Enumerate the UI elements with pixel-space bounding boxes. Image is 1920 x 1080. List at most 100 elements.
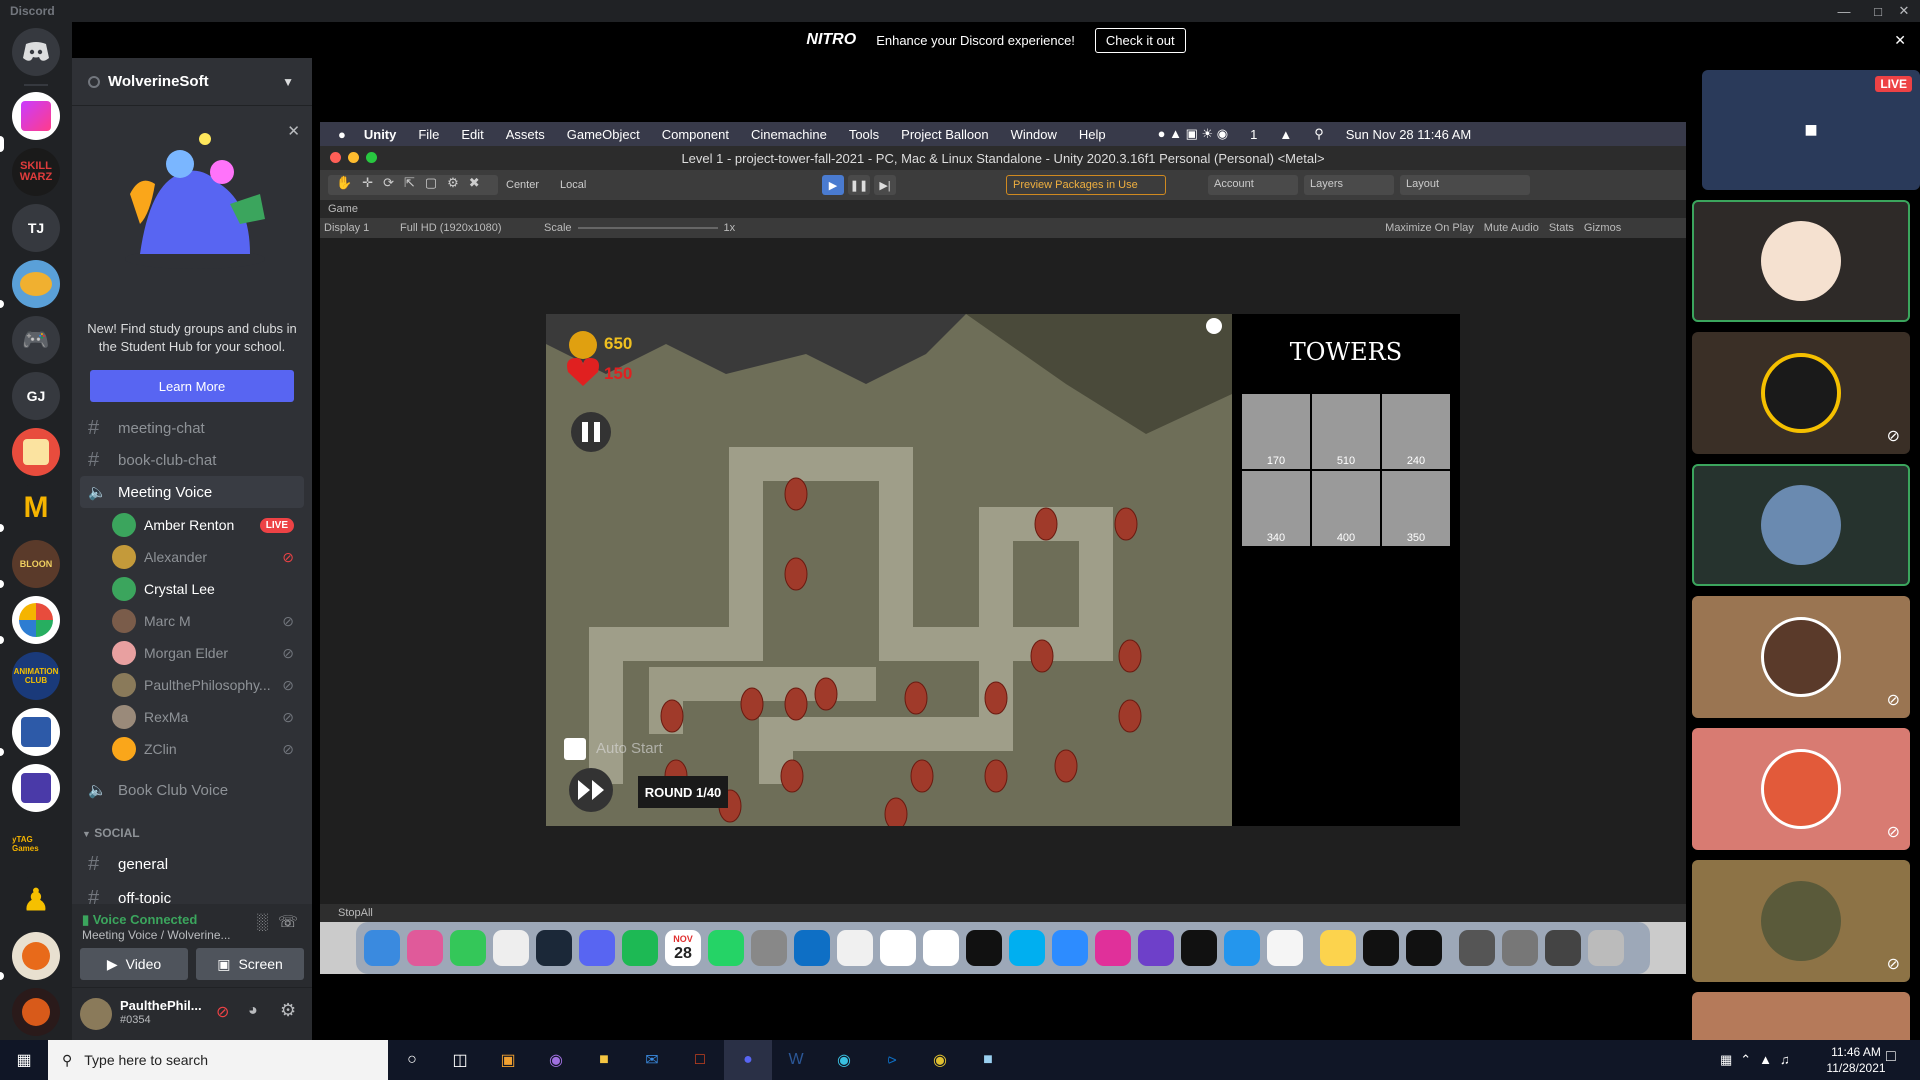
home-button[interactable] <box>12 28 60 76</box>
taskbar-search-box[interactable]: ⚲ Type here to search <box>48 1040 388 1080</box>
mic-muted-icon[interactable]: ⊘ <box>216 1002 229 1022</box>
close-window-button[interactable]: ✕ <box>1890 0 1918 22</box>
server-icon-12[interactable] <box>12 708 60 756</box>
unity-icon[interactable] <box>1181 930 1217 966</box>
server-header[interactable]: WolverineSoft ▼ <box>72 58 312 106</box>
play-button[interactable]: ▶ <box>822 175 844 195</box>
apple-icon[interactable]: ● <box>338 127 346 142</box>
channel-general[interactable]: # general <box>80 848 304 880</box>
mac-minimize-button[interactable] <box>348 152 359 163</box>
check-it-out-button[interactable]: Check it out <box>1094 27 1186 53</box>
github-icon[interactable] <box>1138 930 1174 966</box>
creative-cloud-icon[interactable] <box>1095 930 1131 966</box>
edge-icon[interactable]: ◉ <box>820 1040 868 1080</box>
participant-tile[interactable]: ⊘ <box>1692 596 1910 718</box>
noise-suppression-icon[interactable]: ░ <box>257 914 268 932</box>
cortana-icon[interactable]: ○ <box>388 1040 436 1080</box>
pivot-center-toggle[interactable]: Center <box>506 175 556 195</box>
messages-icon[interactable] <box>450 930 486 966</box>
spotify-icon[interactable] <box>622 930 658 966</box>
menu-window[interactable]: Window <box>1011 127 1057 142</box>
windows-start-icon[interactable]: ▦ <box>0 1040 48 1080</box>
screen-share-button[interactable]: ▣ Screen <box>196 948 304 980</box>
task-view-icon[interactable]: ◫ <box>436 1040 484 1080</box>
menu-unity[interactable]: Unity <box>364 127 397 142</box>
server-icon-gj[interactable]: GJ <box>12 372 60 420</box>
unity-editor-2-icon[interactable] <box>1406 930 1442 966</box>
resolution-select[interactable]: Full HD (1920x1080) <box>400 222 540 234</box>
headphones-icon[interactable]: ◕ <box>248 1002 258 1020</box>
channel-book-club-chat[interactable]: # book-club-chat <box>80 444 304 476</box>
learn-more-button[interactable]: Learn More <box>90 370 294 402</box>
trash-icon[interactable] <box>1588 930 1624 966</box>
close-banner-icon[interactable]: ✕ <box>1894 32 1906 49</box>
server-icon-17[interactable] <box>12 988 60 1036</box>
server-icon-ytag[interactable]: yTAG Games <box>12 820 60 868</box>
menu-assets[interactable]: Assets <box>506 127 545 142</box>
finder-icon[interactable] <box>364 930 400 966</box>
minimize-button[interactable]: — <box>1830 0 1858 22</box>
voice-user[interactable]: Amber Renton LIVE <box>112 510 304 540</box>
tower-card[interactable]: 350 <box>1382 471 1450 546</box>
step-button[interactable]: ▶| <box>874 175 896 195</box>
slack-icon[interactable] <box>923 930 959 966</box>
launchpad-icon[interactable] <box>407 930 443 966</box>
voice-user[interactable]: Morgan Elder ⊘ <box>112 638 304 668</box>
server-icon-13[interactable] <box>12 764 60 812</box>
server-icon-1[interactable] <box>12 92 60 140</box>
server-icon-bloon[interactable]: BLOON <box>12 540 60 588</box>
store-icon[interactable]: ▣ <box>484 1040 532 1080</box>
app-icon[interactable]: ◉ <box>532 1040 580 1080</box>
participant-tile[interactable]: ⊘ <box>1692 332 1910 454</box>
voice-user[interactable]: Crystal Lee <box>112 574 304 604</box>
menu-gameobject[interactable]: GameObject <box>567 127 640 142</box>
stats-toggle[interactable]: Stats <box>1549 222 1574 234</box>
participant-tile[interactable]: ⊘ <box>1692 860 1910 982</box>
participant-tile[interactable] <box>1692 200 1910 322</box>
documents-stack-icon[interactable] <box>1502 930 1538 966</box>
server-icon-10[interactable] <box>12 596 60 644</box>
voice-channel-meeting-voice[interactable]: 🔈 Meeting Voice <box>80 476 304 508</box>
mac-zoom-button[interactable] <box>366 152 377 163</box>
chrome-icon[interactable] <box>493 930 529 966</box>
vscode-taskbar-icon[interactable]: ⪧ <box>868 1040 916 1080</box>
voice-user[interactable]: Alexander ⊘ <box>112 542 304 572</box>
avatar[interactable] <box>80 998 112 1030</box>
steam-icon[interactable] <box>536 930 572 966</box>
server-icon-tj[interactable]: TJ <box>12 204 60 252</box>
scale-slider[interactable] <box>577 227 718 229</box>
maximize-on-play-toggle[interactable]: Maximize On Play <box>1385 222 1474 234</box>
gizmos-dropdown[interactable]: Gizmos <box>1584 222 1621 234</box>
participant-tile[interactable] <box>1692 464 1910 586</box>
server-icon-15[interactable]: ♟ <box>12 876 60 924</box>
voice-user[interactable]: ZClin ⊘ <box>112 734 304 764</box>
participant-tile[interactable]: ⊘ <box>1692 728 1910 850</box>
whatsapp-icon[interactable] <box>708 930 744 966</box>
voice-location[interactable]: Meeting Voice / Wolverine... <box>82 928 231 942</box>
gear-icon[interactable]: ⚙ <box>280 1000 296 1021</box>
channel-meeting-chat[interactable]: # meeting-chat <box>80 412 304 444</box>
participant-tile[interactable] <box>1692 992 1910 1040</box>
voice-user[interactable]: RexMa ⊘ <box>112 702 304 732</box>
menu-edit[interactable]: Edit <box>461 127 483 142</box>
server-icon-animation-club[interactable]: ANIMATION CLUB <box>12 652 60 700</box>
skype-icon[interactable] <box>1009 930 1045 966</box>
transform-tools[interactable]: ✋✛⟳⇱▢⚙✖ <box>328 175 498 195</box>
terminal-icon[interactable] <box>966 930 1002 966</box>
pivot-local-toggle[interactable]: Local <box>560 175 610 195</box>
notification-center-icon[interactable]: □ <box>1886 1048 1896 1066</box>
word-icon[interactable]: W <box>772 1040 820 1080</box>
file-explorer-icon[interactable]: ■ <box>580 1040 628 1080</box>
calendar-icon[interactable]: NOV 28 <box>665 930 701 966</box>
server-icon-16[interactable] <box>12 932 60 980</box>
vscode-icon[interactable] <box>794 930 830 966</box>
unity-editor-icon[interactable] <box>1363 930 1399 966</box>
system-tray-icons[interactable]: ▦⌃▲♫ <box>1720 1052 1798 1068</box>
menu-cinemachine[interactable]: Cinemachine <box>751 127 827 142</box>
discord-taskbar-icon[interactable]: ● <box>724 1040 772 1080</box>
docker-icon[interactable] <box>1224 930 1260 966</box>
voice-user[interactable]: Marc M ⊘ <box>112 606 304 636</box>
voice-channel-book-club-voice[interactable]: 🔈 Book Club Voice <box>80 774 304 806</box>
tower-card[interactable]: 400 <box>1312 471 1380 546</box>
toggle-panel-button[interactable] <box>1206 318 1224 336</box>
